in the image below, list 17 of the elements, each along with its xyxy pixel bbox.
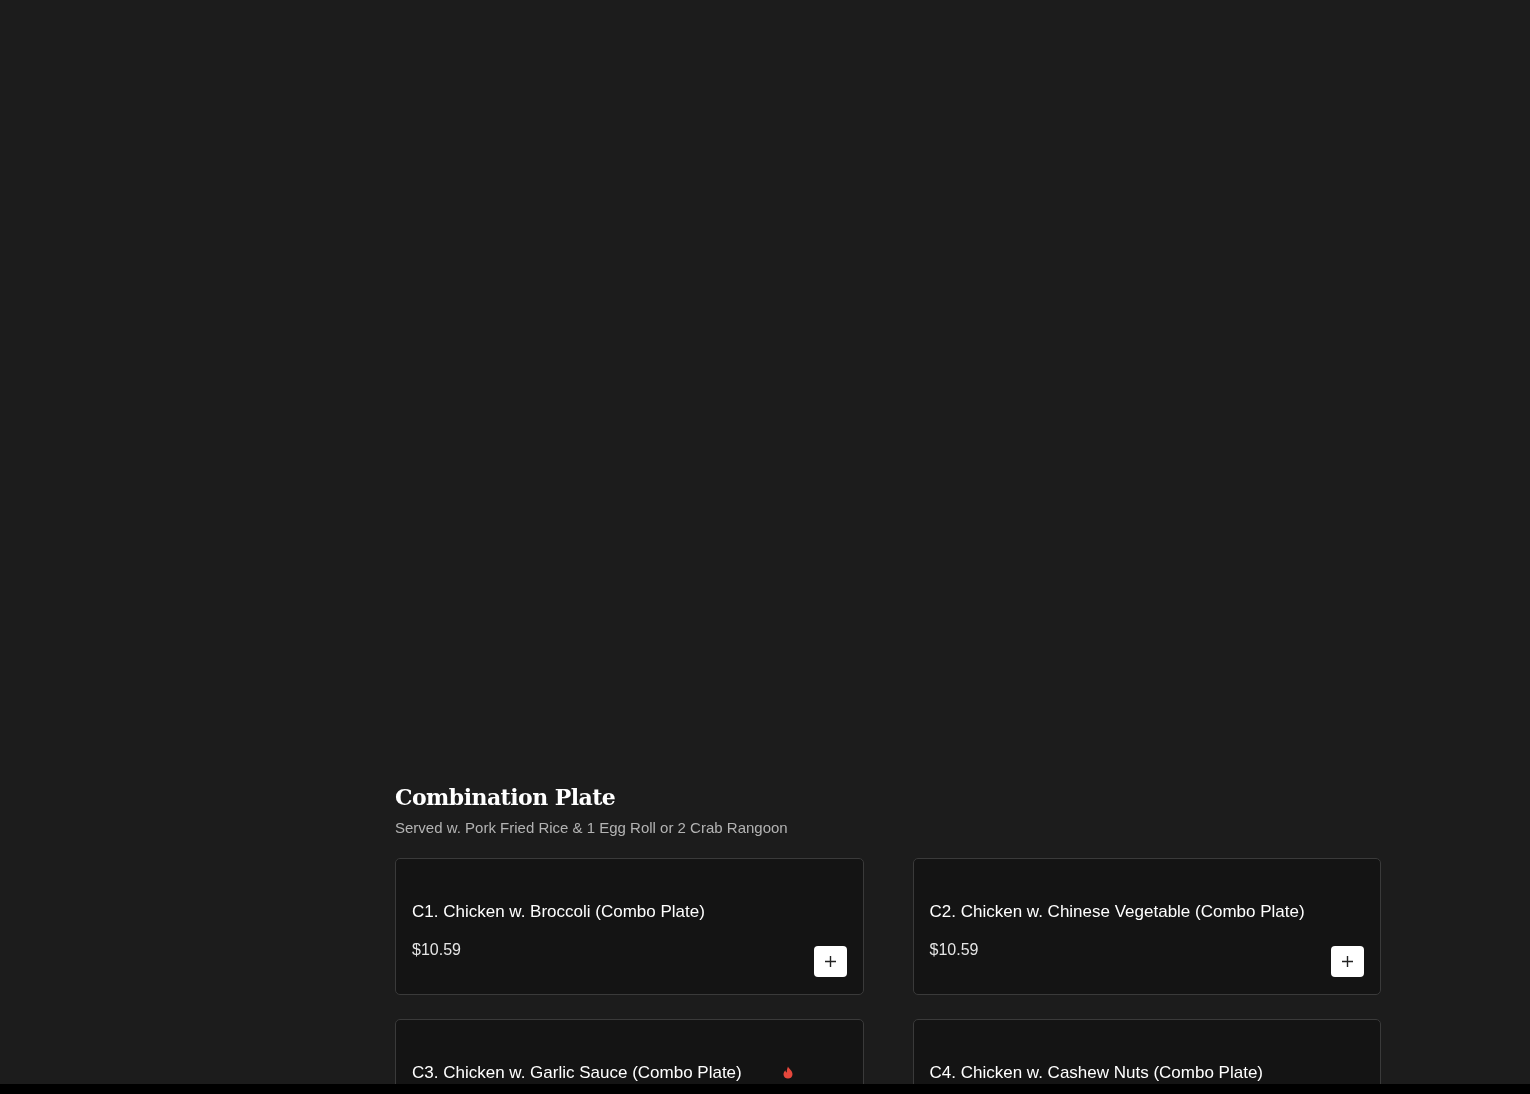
item-name: C3. Chicken w. Garlic Sauce (Combo Plate): [412, 1061, 742, 1084]
menu-item-card[interactable]: C1. Chicken w. Broccoli (Combo Plate) $10.59: [395, 857, 864, 995]
section-title: Combination Plate: [395, 783, 616, 811]
item-price: $10.59: [412, 940, 461, 960]
menu-item-card[interactable]: C3. Chicken w. Garlic Sauce (Combo Plate): [395, 1018, 864, 1084]
plus-icon: [1342, 955, 1353, 967]
add-button[interactable]: [1331, 945, 1364, 977]
item-name: C1. Chicken w. Broccoli (Combo Plate): [412, 900, 705, 923]
menu-item-card[interactable]: C4. Chicken w. Cashew Nuts (Combo Plate): [912, 1018, 1381, 1084]
item-name: C4. Chicken w. Cashew Nuts (Combo Plate): [929, 1061, 1264, 1084]
add-button[interactable]: [813, 945, 847, 977]
plus-icon: [824, 955, 836, 967]
item-price: $10.59: [929, 940, 979, 960]
flame-icon: [781, 1065, 794, 1079]
menu-item-card[interactable]: C2. Chicken w. Chinese Vegetable (Combo Plate) $10.59: [912, 857, 1381, 995]
item-name: C2. Chicken w. Chinese Vegetable (Combo Plate): [929, 900, 1305, 923]
section-subtitle: Served w. Pork Fried Rice & 1 Egg Roll or 2 Crab Rangoon: [395, 818, 788, 838]
